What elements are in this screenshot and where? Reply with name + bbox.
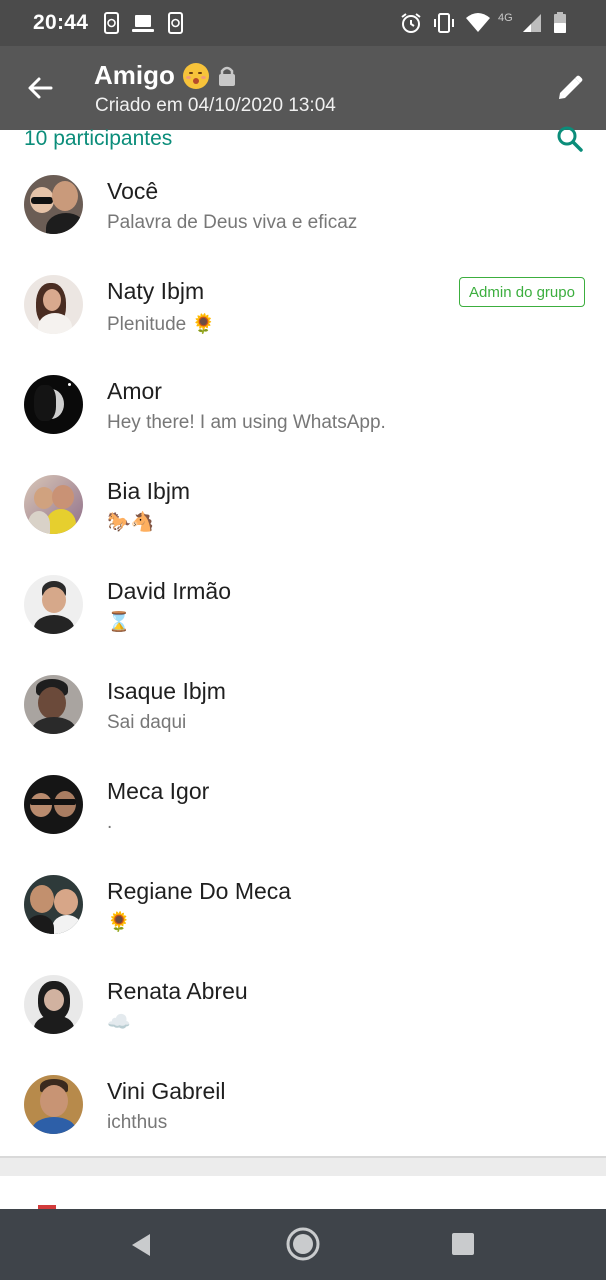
avatar[interactable] — [24, 1075, 83, 1134]
participant-status: ⌛ — [107, 612, 131, 633]
back-button[interactable] — [18, 66, 62, 110]
participant-status: Hey there! I am using WhatsApp. — [107, 412, 386, 433]
arrow-left-icon — [28, 77, 53, 99]
participant-name: Isaque Ibjm — [107, 678, 226, 704]
participant-status: ☁️ — [107, 1012, 131, 1033]
status-bar: 20:44 4G — [0, 0, 606, 46]
group-title: Amigo — [94, 60, 175, 90]
participant-status: Plenitude 🌻 — [107, 314, 216, 335]
participant-row[interactable]: Meca Igor . — [0, 756, 606, 856]
shushing-face-emoji — [182, 62, 209, 89]
toolbar: Amigo Criado em 04/10/2020 13:04 — [0, 46, 606, 130]
participant-status: Palavra de Deus viva e eficaz — [107, 212, 358, 233]
pencil-icon — [559, 75, 583, 99]
participant-status: 🌻 — [107, 912, 131, 933]
battery-icon — [554, 12, 566, 33]
group-created-subtitle: Criado em 04/10/2020 13:04 — [95, 95, 336, 116]
participant-row[interactable]: Renata Abreu ☁️ — [0, 956, 606, 1056]
participant-row[interactable]: David Irmão ⌛ — [0, 556, 606, 656]
section-gap — [0, 1158, 606, 1176]
participant-name: Regiane Do Meca — [107, 878, 292, 904]
nav-home-icon[interactable] — [285, 1226, 321, 1262]
participant-name: Você — [107, 178, 159, 204]
nav-recents-icon[interactable] — [452, 1233, 474, 1255]
participant-name: Vini Gabreil — [107, 1078, 226, 1104]
avatar[interactable] — [24, 475, 83, 534]
admin-badge: Admin do grupo — [459, 277, 585, 307]
participant-status: ichthus — [107, 1112, 168, 1133]
group-title-row[interactable]: Amigo — [94, 60, 237, 91]
edit-button[interactable] — [548, 66, 592, 110]
avatar[interactable] — [24, 575, 83, 634]
vibrate-icon — [434, 13, 454, 33]
network-type: 4G — [498, 12, 513, 24]
participant-name: David Irmão — [107, 578, 231, 604]
alarm-icon — [401, 13, 421, 33]
avatar[interactable] — [24, 375, 83, 434]
participant-name: Meca Igor — [107, 778, 210, 804]
participant-row[interactable]: Amor Hey there! I am using WhatsApp. — [0, 356, 606, 456]
participant-row[interactable]: Vini Gabreil ichthus — [0, 1056, 606, 1156]
participant-name: Renata Abreu — [107, 978, 248, 1004]
laptop-icon — [132, 15, 154, 32]
participant-row[interactable]: Bia Ibjm 🐎🐴 — [0, 456, 606, 556]
participant-status: Sai daqui — [107, 712, 187, 733]
signal-icon — [523, 14, 541, 32]
search-icon — [557, 126, 583, 152]
phone-sync-icon — [168, 12, 183, 34]
participant-status: 🐎🐴 — [107, 512, 155, 533]
avatar[interactable] — [24, 975, 83, 1034]
participant-status: . — [107, 812, 113, 833]
phone-sync-icon — [104, 12, 119, 34]
status-time: 20:44 — [33, 11, 89, 34]
participant-name: Amor — [107, 378, 162, 404]
participants-count: 10 participantes — [24, 127, 173, 150]
avatar[interactable] — [24, 175, 83, 234]
participant-name: Bia Ibjm — [107, 478, 191, 504]
wifi-icon — [466, 13, 490, 32]
nav-back-icon[interactable] — [128, 1232, 154, 1258]
avatar[interactable] — [24, 875, 83, 934]
search-participants-button[interactable] — [552, 122, 588, 156]
avatar[interactable] — [24, 675, 83, 734]
participant-name: Naty Ibjm — [107, 278, 205, 304]
participant-row[interactable]: Você Palavra de Deus viva e eficaz — [0, 156, 606, 256]
lock-icon — [218, 66, 235, 86]
participant-row[interactable]: Isaque Ibjm Sai daqui — [0, 656, 606, 756]
participant-row[interactable]: Regiane Do Meca 🌻 — [0, 856, 606, 956]
avatar[interactable] — [24, 275, 83, 334]
avatar[interactable] — [24, 775, 83, 834]
